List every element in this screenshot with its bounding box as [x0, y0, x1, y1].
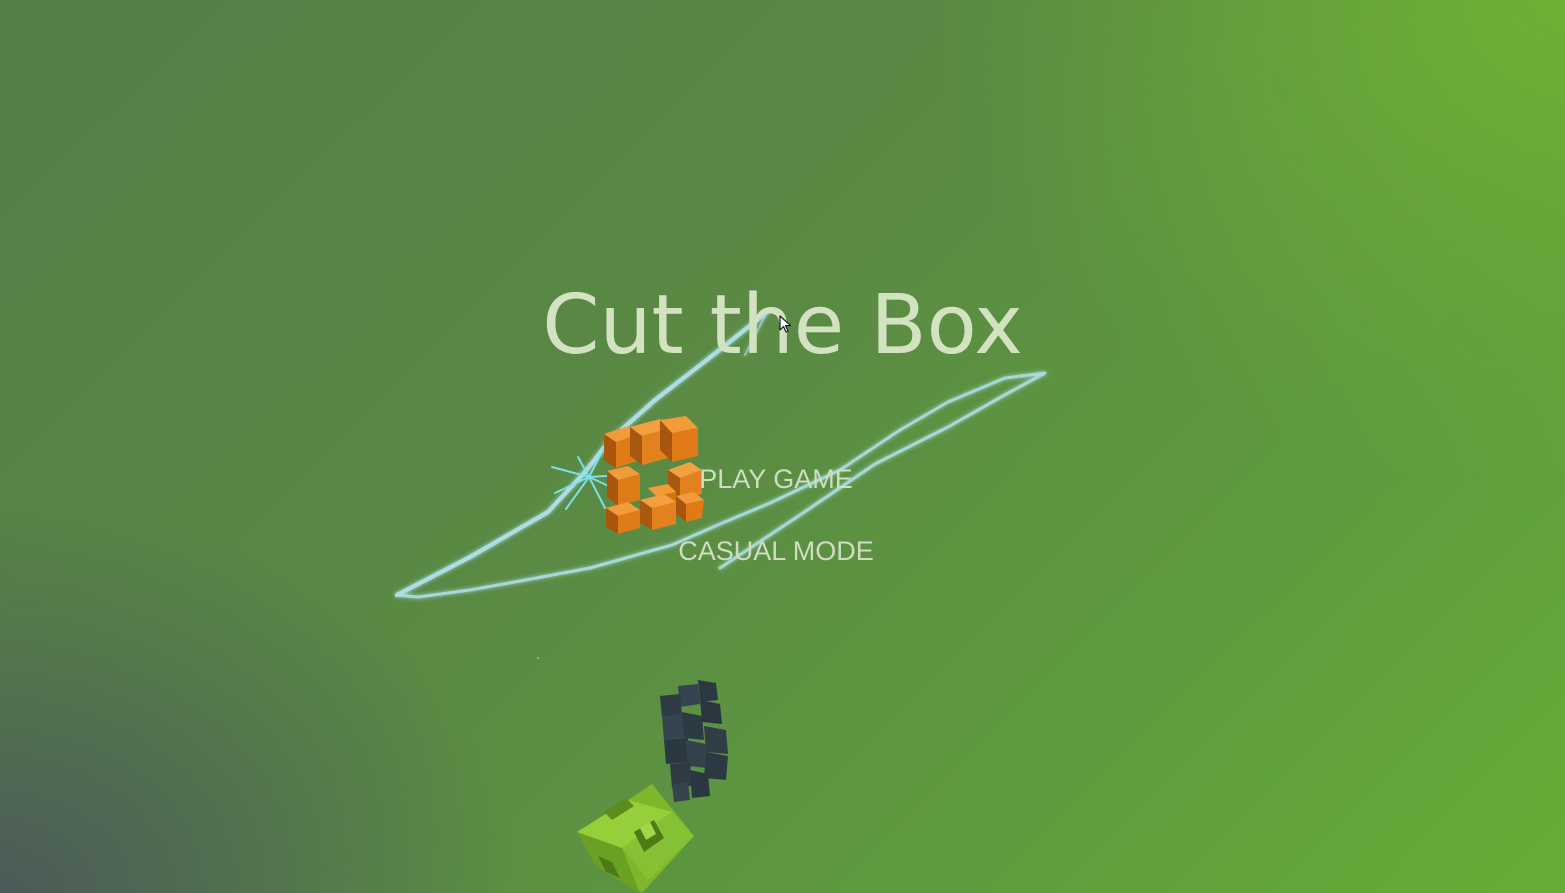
play-game-button[interactable]: PLAY GAME — [0, 462, 1552, 496]
dark-fragments — [537, 657, 728, 802]
mouse-pointer-icon — [779, 315, 792, 333]
game-scene — [394, 309, 1047, 893]
game-stage[interactable]: Cut the Box PLAY GAME CASUAL MODE — [0, 0, 1565, 893]
casual-mode-button[interactable]: CASUAL MODE — [0, 534, 1552, 568]
